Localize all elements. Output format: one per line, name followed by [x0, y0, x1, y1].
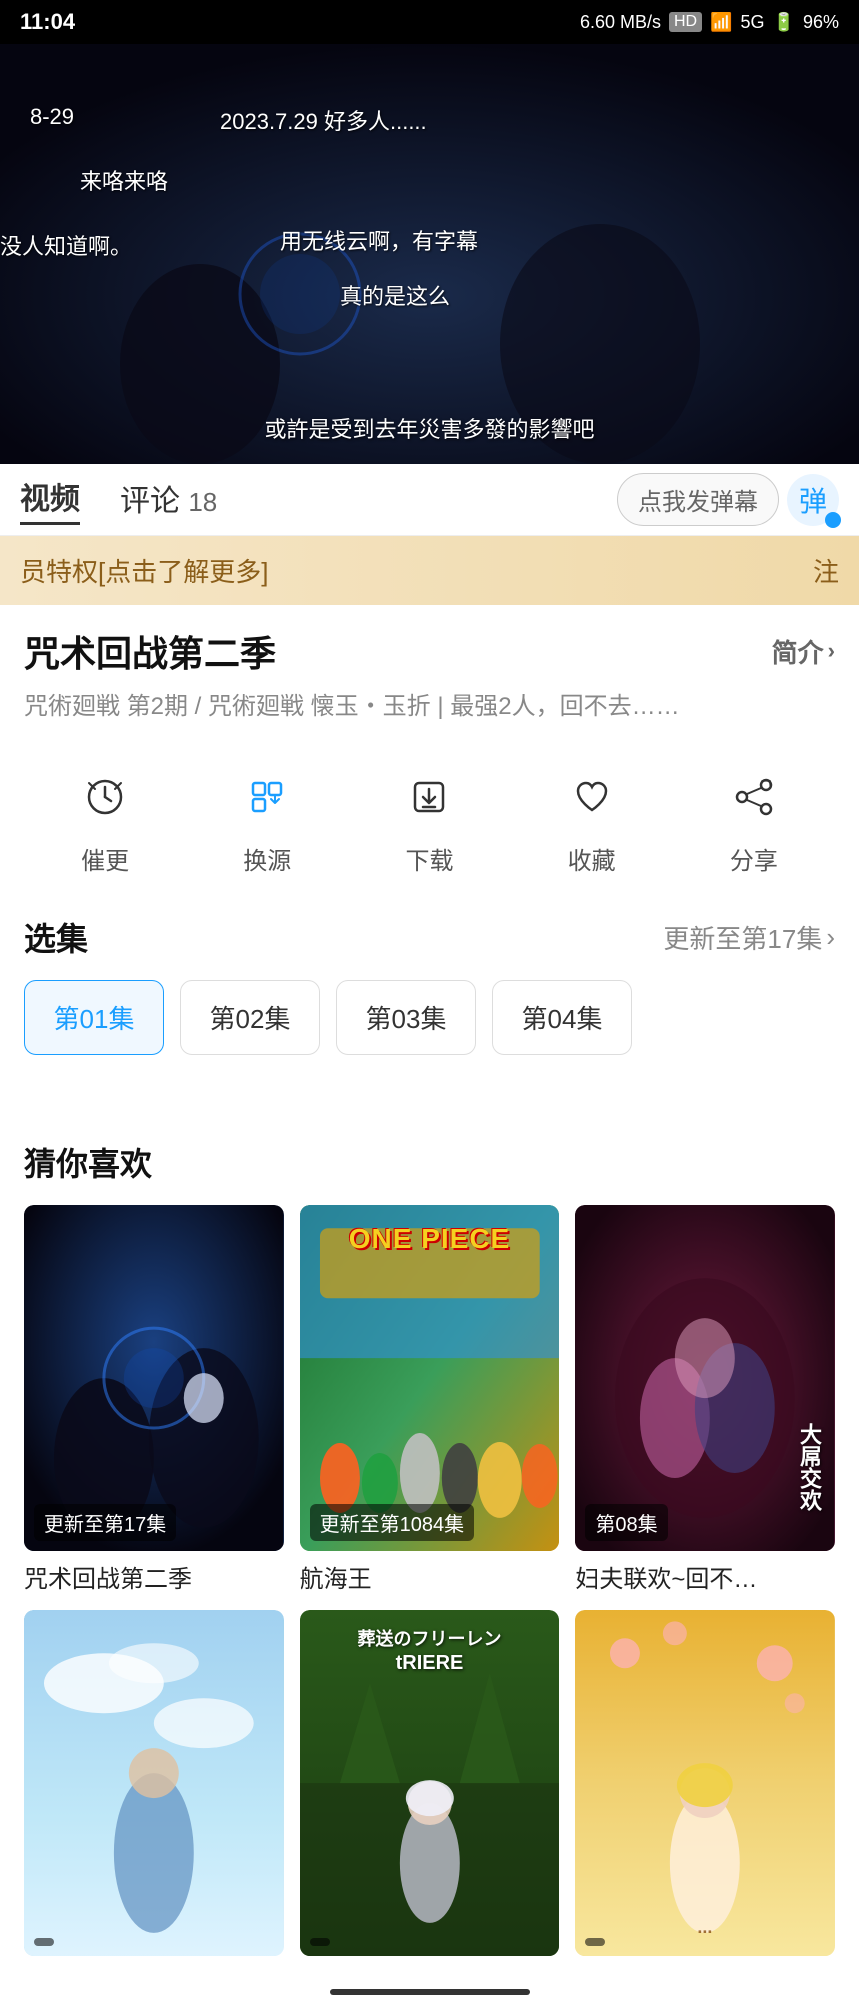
clock-icon — [71, 763, 139, 831]
comment-count: 18 — [188, 487, 217, 517]
recommend-item-sky[interactable] — [24, 1610, 284, 1964]
hd-badge: HD — [669, 12, 702, 32]
video-background: 8-29 2023.7.29 好多人...... 来咯来咯 没人知道啊。 用无线… — [0, 44, 859, 464]
badge-yellow — [585, 1938, 605, 1946]
recommendation-section: 猜你喜欢 — [0, 1115, 859, 1988]
recommend-thumb-sky — [24, 1610, 284, 1956]
member-banner-action[interactable]: 注 — [813, 552, 839, 589]
download-icon — [395, 763, 463, 831]
tab-comment[interactable]: 评论 18 — [120, 476, 217, 524]
danmaku-text: 2023.7.29 好多人...... — [220, 104, 427, 136]
danmaku-text: 真的是这么 — [340, 279, 450, 311]
anime-title-text: 咒术回战第二季 — [24, 625, 276, 677]
download-label: 下载 — [405, 841, 453, 876]
tab-video[interactable]: 视频 — [20, 474, 80, 525]
recommend-thumb-yellow: ... — [575, 1610, 835, 1956]
home-indicator — [330, 1989, 530, 1995]
recommend-thumb-onepiece: ONE PIECE 更新至第1084集 — [300, 1205, 560, 1551]
anime-tags: 咒術廻戦 第2期 / 咒術廻戦 懐玉・玉折 | 最强2人，回不去…… — [24, 689, 835, 725]
remind-button[interactable]: 催更 — [71, 763, 139, 876]
episode-01[interactable]: 第01集 — [24, 980, 164, 1055]
battery-percent: 96% — [803, 12, 839, 33]
episode-list: 第01集 第02集 第03集 第04集 — [24, 980, 835, 1063]
share-button[interactable]: 分享 — [720, 763, 788, 876]
danmaku-overlay: 8-29 2023.7.29 好多人...... 来咯来咯 没人知道啊。 用无线… — [0, 84, 859, 384]
recommend-thumb-frieren: 葬送のフリーレン tRIERE — [300, 1610, 560, 1956]
onepiece-logo: ONE PIECE — [349, 1223, 510, 1255]
danmaku-button-area: 点我发弹幕 弹 — [617, 473, 839, 526]
switch-icon — [233, 763, 301, 831]
member-banner-text: 员特权[点击了解更多] — [20, 552, 268, 589]
chevron-right-icon: › — [828, 638, 835, 664]
badge-adult: 第08集 — [585, 1504, 667, 1541]
status-icons: 6.60 MB/s HD 📶 5G 🔋 96% — [580, 12, 839, 33]
danmaku-send-icon: 弹 — [799, 480, 827, 520]
danmaku-send-button[interactable]: 弹 — [787, 474, 839, 526]
battery-icon: 🔋 — [773, 12, 795, 33]
video-subtitle: 或許是受到去年災害多發的影響吧 — [0, 412, 859, 444]
name-adult: 妇夫联欢~回不… — [575, 1559, 835, 1594]
danmaku-text: 没人知道啊。 — [0, 229, 132, 261]
video-player[interactable]: 8-29 2023.7.29 好多人...... 来咯来咯 没人知道啊。 用无线… — [0, 44, 859, 464]
episode-02[interactable]: 第02集 — [180, 980, 320, 1055]
episode-section-header: 选集 更新至第17集 › — [24, 914, 835, 960]
episode-03[interactable]: 第03集 — [336, 980, 476, 1055]
frieren-title: 葬送のフリーレン — [357, 1625, 501, 1651]
intro-link[interactable]: 简介 › — [772, 633, 835, 670]
status-bar: 11:04 6.60 MB/s HD 📶 5G 🔋 96% — [0, 0, 859, 44]
member-banner[interactable]: 员特权[点击了解更多] 注 — [0, 536, 859, 605]
frieren-subtitle: tRIERE — [396, 1652, 464, 1675]
recommend-item-yellow[interactable]: ... — [575, 1610, 835, 1964]
remind-label: 催更 — [81, 841, 129, 876]
episode-04[interactable]: 第04集 — [492, 980, 632, 1055]
signal-icon: 5G — [741, 12, 765, 33]
collect-label: 收藏 — [568, 841, 616, 876]
badge-jujutsu: 更新至第17集 — [34, 1504, 176, 1541]
recommend-item-jujutsu[interactable]: 更新至第17集 咒术回战第二季 — [24, 1205, 284, 1594]
badge-sky — [34, 1938, 54, 1946]
bottom-bar — [0, 1988, 859, 2000]
badge-onepiece: 更新至第1084集 — [310, 1504, 475, 1541]
danmaku-text: 来咯来咯 — [80, 164, 168, 196]
wifi-icon: 📶 — [710, 12, 732, 33]
danmaku-text: 用无线云啊，有字幕 — [280, 224, 478, 256]
svg-text:...: ... — [698, 1917, 713, 1937]
recommend-item-adult[interactable]: 大屌交欢 第08集 妇夫联欢~回不… — [575, 1205, 835, 1594]
episode-update-link[interactable]: 更新至第17集 › — [663, 919, 835, 956]
action-buttons: 催更 换源 — [24, 753, 835, 886]
source-button[interactable]: 换源 — [233, 763, 301, 876]
recommendation-title: 猜你喜欢 — [24, 1139, 835, 1185]
name-onepiece: 航海王 — [300, 1559, 560, 1594]
recommend-item-frieren[interactable]: 葬送のフリーレン tRIERE — [300, 1610, 560, 1964]
recommendation-grid: 更新至第17集 咒术回战第二季 — [24, 1205, 835, 1964]
share-label: 分享 — [730, 841, 778, 876]
name-jujutsu: 咒术回战第二季 — [24, 1559, 284, 1594]
anime-title-row: 咒术回战第二季 简介 › — [24, 625, 835, 677]
collect-button[interactable]: 收藏 — [558, 763, 626, 876]
recommend-thumb-adult: 大屌交欢 第08集 — [575, 1205, 835, 1551]
network-speed: 6.60 MB/s — [580, 12, 661, 33]
adult-logo: 大屌交欢 — [793, 1423, 825, 1511]
share-icon — [720, 763, 788, 831]
download-button[interactable]: 下载 — [395, 763, 463, 876]
recommend-thumb-jujutsu: 更新至第17集 — [24, 1205, 284, 1551]
episode-title: 选集 — [24, 914, 88, 960]
heart-icon — [558, 763, 626, 831]
danmaku-text: 8-29 — [30, 104, 74, 130]
recommend-item-onepiece[interactable]: ONE PIECE 更新至第1084集 航海王 — [300, 1205, 560, 1594]
badge-frieren — [310, 1938, 330, 1946]
status-time: 11:04 — [20, 9, 75, 35]
source-label: 换源 — [243, 841, 291, 876]
content-area: 咒术回战第二季 简介 › 咒術廻戦 第2期 / 咒術廻戦 懐玉・玉折 | 最强2… — [0, 605, 859, 1115]
tab-bar: 视频 评论 18 点我发弹幕 弹 — [0, 464, 859, 536]
chevron-right-icon: › — [826, 922, 835, 953]
danmaku-input[interactable]: 点我发弹幕 — [617, 473, 779, 526]
